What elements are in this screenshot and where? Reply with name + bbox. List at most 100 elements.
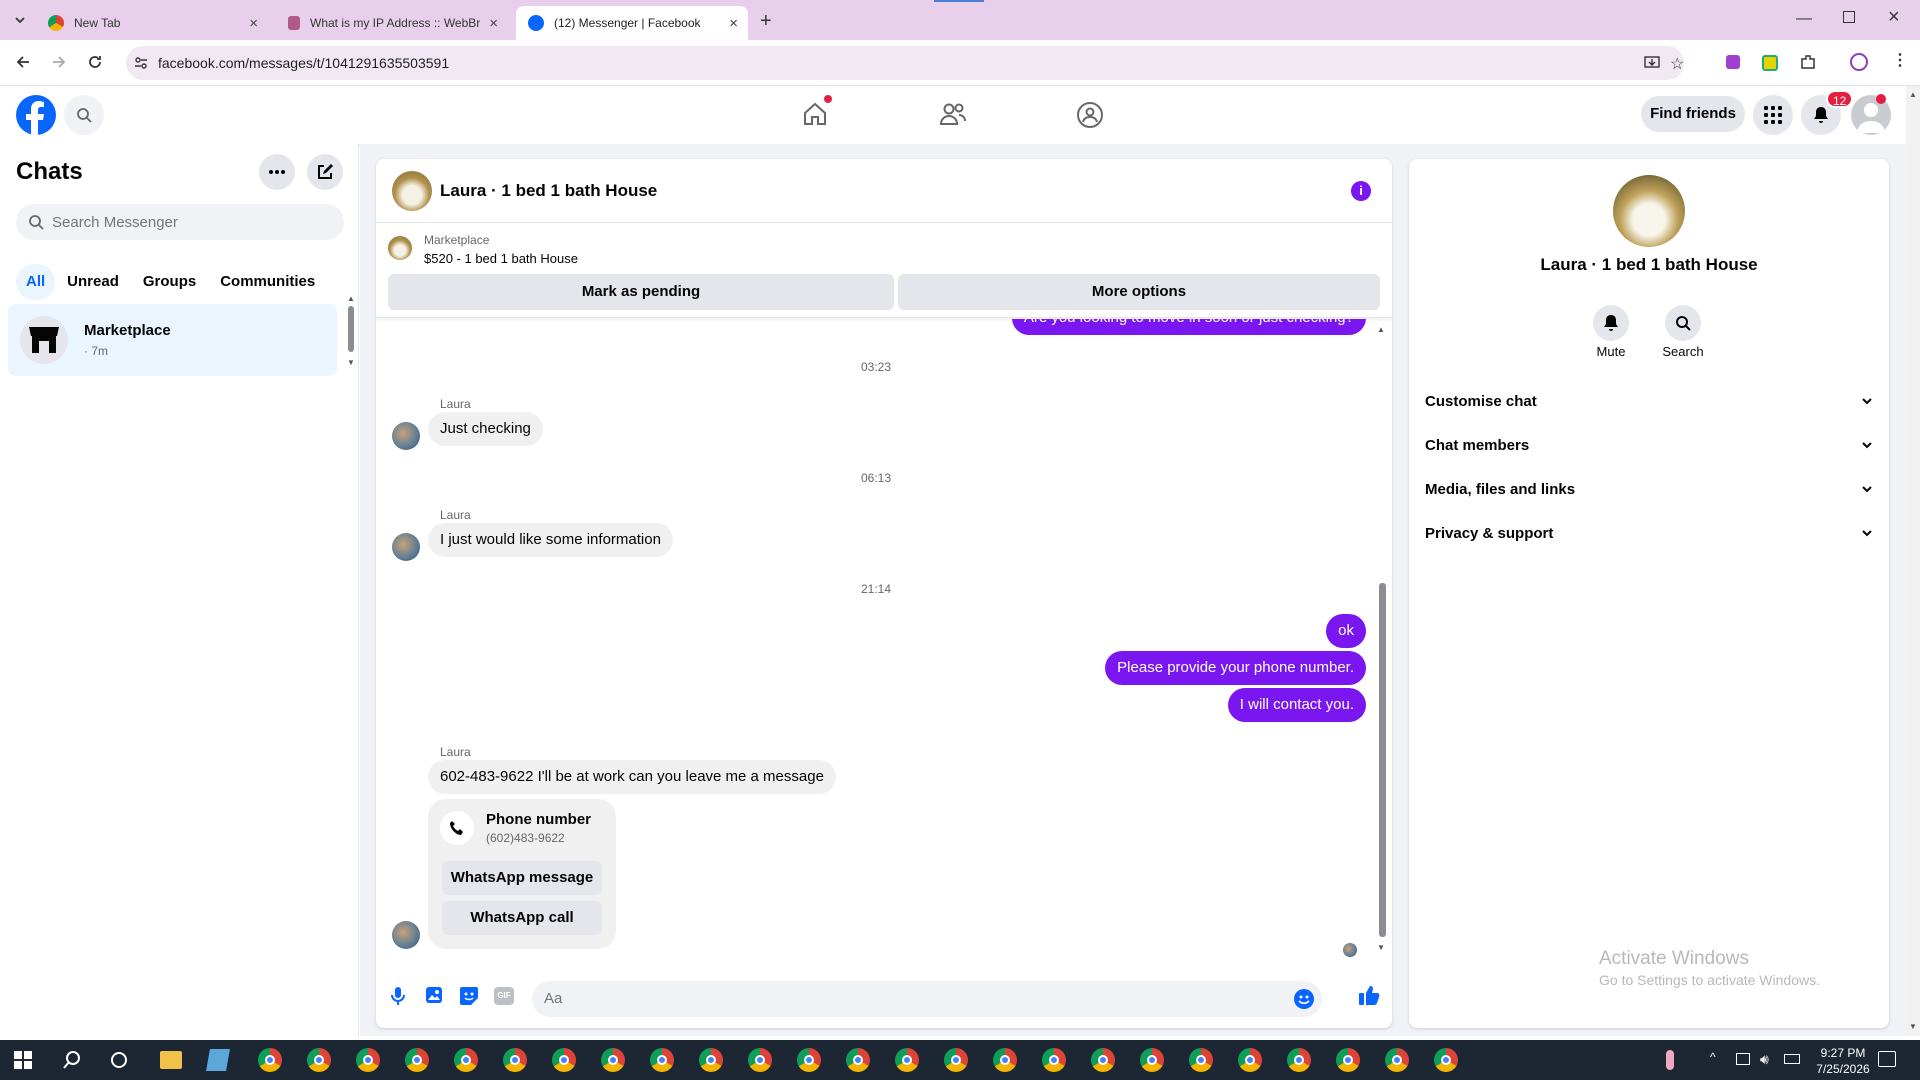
profile-avatar[interactable]	[1613, 175, 1685, 247]
close-tab-icon[interactable]: ×	[489, 15, 498, 32]
taskbar-chrome-icon[interactable]	[503, 1048, 527, 1072]
taskbar-chrome-icon[interactable]	[748, 1048, 772, 1072]
notepad-icon[interactable]	[206, 1049, 230, 1071]
taskbar-chrome-icon[interactable]	[1238, 1048, 1262, 1072]
info-icon[interactable]: i	[1351, 181, 1371, 201]
conversation-avatar[interactable]	[392, 171, 432, 211]
message-outgoing[interactable]: ok	[1326, 614, 1366, 648]
taskbar-chrome-icon[interactable]	[650, 1048, 674, 1072]
section-privacy-support[interactable]: Privacy & support	[1425, 511, 1873, 555]
conversation-title[interactable]: Laura · 1 bed 1 bath House	[440, 181, 657, 201]
browser-menu-icon[interactable]: ⋮	[1892, 50, 1908, 70]
microphone-icon[interactable]	[389, 986, 407, 1006]
taskbar-chrome-icon[interactable]	[797, 1048, 821, 1072]
message-incoming[interactable]: I just would like some information	[428, 523, 673, 557]
find-friends-button[interactable]: Find friends	[1641, 96, 1745, 132]
taskbar-chrome-icon[interactable]	[552, 1048, 576, 1072]
taskbar-chrome-icon[interactable]	[454, 1048, 478, 1072]
taskbar-chrome-icon[interactable]	[1287, 1048, 1311, 1072]
action-center-icon[interactable]	[1878, 1051, 1896, 1067]
search-label[interactable]: Search	[1643, 344, 1723, 359]
tab-search-icon[interactable]	[12, 12, 28, 28]
message-incoming[interactable]: Just checking	[428, 412, 543, 446]
taskbar-chrome-icon[interactable]	[699, 1048, 723, 1072]
minimize-icon[interactable]: —	[1796, 10, 1812, 28]
forward-icon[interactable]	[50, 53, 68, 71]
filter-all[interactable]: All	[16, 264, 56, 300]
reload-icon[interactable]	[86, 53, 104, 71]
taskbar-chrome-icon[interactable]	[356, 1048, 380, 1072]
taskbar-chrome-icon[interactable]	[1091, 1048, 1115, 1072]
file-explorer-icon[interactable]	[160, 1051, 182, 1069]
taskbar-chrome-icon[interactable]	[944, 1048, 968, 1072]
gif-icon[interactable]: GIF	[494, 987, 514, 1005]
restore-icon[interactable]	[1843, 11, 1855, 23]
sender-avatar[interactable]	[392, 921, 420, 949]
taskbar-chrome-icon[interactable]	[895, 1048, 919, 1072]
chat-item-marketplace[interactable]: Marketplace · 7m	[8, 304, 337, 376]
taskbar-chrome-icon[interactable]	[1336, 1048, 1360, 1072]
filter-unread[interactable]: Unread	[55, 264, 131, 300]
section-customise-chat[interactable]: Customise chat	[1425, 379, 1873, 423]
taskbar-chrome-icon[interactable]	[1189, 1048, 1213, 1072]
close-tab-icon[interactable]: ×	[729, 15, 738, 32]
scroll-down-icon[interactable]: ▼	[347, 358, 355, 367]
url-bar[interactable]: facebook.com/messages/t/1041291635503591…	[126, 46, 1684, 80]
more-options-button[interactable]: More options	[898, 274, 1380, 310]
message-outgoing[interactable]: Are you looking to move in soon or just …	[1011, 319, 1366, 335]
extension-icon[interactable]	[1762, 55, 1778, 71]
sidebar-scrollbar[interactable]	[348, 306, 354, 352]
emoji-icon[interactable]	[1294, 989, 1314, 1009]
profile-icon[interactable]	[1850, 53, 1868, 71]
page-scrollbar[interactable]: ▲ ▼	[1906, 86, 1920, 1036]
tab-messenger[interactable]: (12) Messenger | Facebook ×	[516, 6, 748, 40]
mute-bell-icon[interactable]	[1593, 305, 1629, 341]
tab-ip-address[interactable]: What is my IP Address :: WebBr ×	[276, 6, 508, 40]
taskbar-chrome-icon[interactable]	[1385, 1048, 1409, 1072]
taskbar-chrome-icon[interactable]	[258, 1048, 282, 1072]
taskbar-chrome-icon[interactable]	[846, 1048, 870, 1072]
message-incoming[interactable]: 602-483-9622 I'll be at work can you lea…	[428, 760, 836, 794]
search-icon[interactable]	[64, 95, 104, 135]
extensions-puzzle-icon[interactable]	[1799, 53, 1817, 71]
taskbar-chrome-icon[interactable]	[1140, 1048, 1164, 1072]
sender-avatar[interactable]	[392, 533, 420, 561]
windows-start-icon[interactable]	[14, 1051, 32, 1069]
weather-icon[interactable]	[1666, 1050, 1674, 1070]
messages-scrollbar[interactable]	[1379, 583, 1386, 937]
tray-device-icon[interactable]	[1736, 1053, 1750, 1065]
taskbar-chrome-icon[interactable]	[993, 1048, 1017, 1072]
groups-icon[interactable]	[1076, 101, 1104, 129]
new-message-icon[interactable]	[307, 154, 343, 190]
whatsapp-call-button[interactable]: WhatsApp call	[442, 901, 602, 935]
extension-icon[interactable]	[1726, 55, 1740, 69]
friends-icon[interactable]	[939, 101, 967, 127]
listing-title[interactable]: $520 - 1 bed 1 bath House	[424, 251, 578, 266]
taskbar-chrome-icon[interactable]	[307, 1048, 331, 1072]
scroll-down-icon[interactable]: ▼	[1909, 1022, 1917, 1031]
search-conversation-icon[interactable]	[1665, 305, 1701, 341]
message-outgoing[interactable]: I will contact you.	[1227, 688, 1366, 722]
filter-groups[interactable]: Groups	[131, 264, 208, 300]
volume-icon[interactable]: 🔊︎	[1760, 1051, 1769, 1068]
tab-new-tab[interactable]: New Tab ×	[36, 6, 268, 40]
whatsapp-message-button[interactable]: WhatsApp message	[442, 861, 602, 895]
message-input[interactable]	[544, 990, 1244, 1007]
task-view-icon[interactable]	[111, 1052, 127, 1068]
mark-as-pending-button[interactable]: Mark as pending	[388, 274, 894, 310]
message-input-field[interactable]	[532, 981, 1322, 1017]
taskbar-chrome-icon[interactable]	[601, 1048, 625, 1072]
scroll-up-icon[interactable]: ▲	[1909, 90, 1917, 99]
menu-grid-icon[interactable]	[1753, 95, 1793, 135]
bookmark-star-icon[interactable]: ☆	[1670, 54, 1684, 74]
new-tab-icon[interactable]: +	[760, 10, 772, 33]
scroll-up-icon[interactable]: ▲	[347, 294, 355, 303]
taskbar-chrome-icon[interactable]	[1434, 1048, 1458, 1072]
sticker-icon[interactable]	[459, 986, 479, 1006]
network-icon[interactable]	[1784, 1054, 1800, 1064]
section-media-files-links[interactable]: Media, files and links	[1425, 467, 1873, 511]
site-info-icon[interactable]	[134, 56, 148, 70]
message-outgoing[interactable]: Please provide your phone number.	[1105, 651, 1366, 685]
sender-avatar[interactable]	[392, 422, 420, 450]
close-window-icon[interactable]: ×	[1888, 6, 1900, 29]
